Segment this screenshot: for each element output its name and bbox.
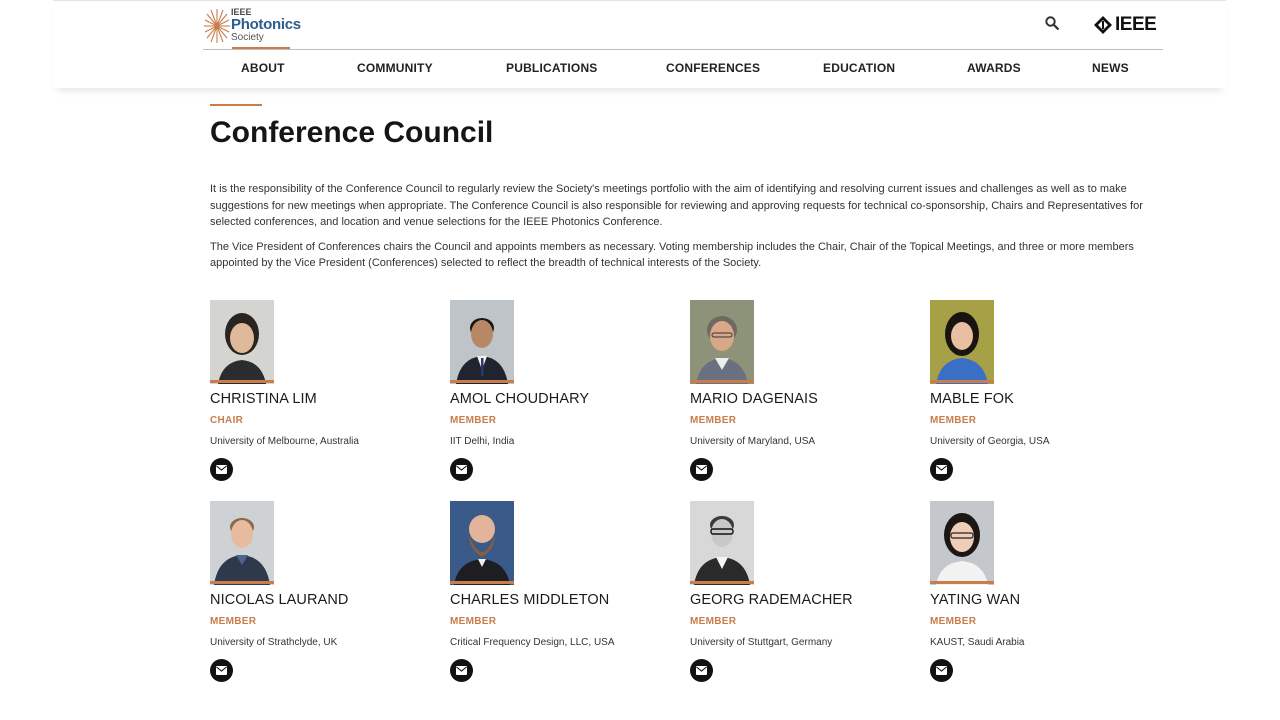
envelope-icon [216,465,227,474]
photo-accent-bar [450,380,514,383]
email-button[interactable] [930,659,953,682]
photo-accent-bar [210,380,274,383]
intro-paragraph: It is the responsibility of the Conferen… [210,183,1143,228]
member-photo [690,300,754,384]
member-photo [930,501,994,585]
member-name: AMOL CHOUDHARY [450,391,590,407]
photo-accent-bar [210,581,274,584]
member-affiliation: IIT Delhi, India [450,436,515,447]
member-name: MABLE FOK [930,391,1014,407]
email-button[interactable] [210,659,233,682]
nav-education[interactable]: EDUCATION [823,61,895,75]
member-name: GEORG RADEMACHER [690,592,853,608]
member-role: MEMBER [690,415,737,426]
nav-about[interactable]: ABOUT [241,61,285,75]
email-button[interactable] [690,659,713,682]
nav-community[interactable]: COMMUNITY [357,61,433,75]
envelope-icon [936,465,947,474]
main-nav: ABOUT COMMUNITY PUBLICATIONS CONFERENCES… [203,61,1163,81]
envelope-icon [936,666,947,675]
photo-accent-bar [690,581,754,584]
member-role: MEMBER [930,415,977,426]
title-accent-line [210,104,262,106]
envelope-icon [696,465,707,474]
member-affiliation: University of Melbourne, Australia [210,436,359,447]
member-photo [690,501,754,585]
member-photo [210,501,274,585]
member-photo [210,300,274,384]
search-icon [1045,16,1059,30]
member-photo [450,501,514,585]
member-role: MEMBER [450,616,497,627]
member-card: MABLE FOK MEMBER University of Georgia, … [930,300,1150,490]
member-photo [930,300,994,384]
starburst-icon [204,9,230,43]
photo-accent-bar [450,581,514,584]
member-card: MARIO DAGENAIS MEMBER University of Mary… [690,300,910,490]
member-affiliation: University of Stuttgart, Germany [690,637,833,648]
ieee-logo-text: IEEE [1115,14,1157,35]
envelope-icon [456,666,467,675]
member-card: YATING WAN MEMBER KAUST, Saudi Arabia [930,501,1150,691]
member-affiliation: KAUST, Saudi Arabia [930,637,1025,648]
member-card: NICOLAS LAURAND MEMBER University of Str… [210,501,430,691]
member-affiliation: Critical Frequency Design, LLC, USA [450,637,615,648]
member-affiliation: University of Georgia, USA [930,436,1050,447]
member-name: MARIO DAGENAIS [690,391,818,407]
member-affiliation: University of Strathclyde, UK [210,637,338,648]
site-header: IEEE Photonics Society IEEE ABOUT COMMUN… [53,0,1226,88]
member-card: CHARLES MIDDLETON MEMBER Critical Freque… [450,501,670,691]
member-card: GEORG RADEMACHER MEMBER University of St… [690,501,910,691]
intro-paragraph: The Vice President of Conferences chairs… [210,240,1134,270]
envelope-icon [456,465,467,474]
member-photo [450,300,514,384]
ieee-diamond-icon [1094,16,1112,34]
page-title: Conference Council [210,116,494,149]
member-role: MEMBER [690,616,737,627]
member-role: MEMBER [930,616,977,627]
member-role: MEMBER [210,616,257,627]
member-role: CHAIR [210,415,244,426]
member-affiliation: University of Maryland, USA [690,436,816,447]
header-divider [203,49,1163,50]
logo-society-text: Society [231,32,264,43]
nav-news[interactable]: NEWS [1092,61,1129,75]
nav-awards[interactable]: AWARDS [967,61,1021,75]
email-button[interactable] [210,458,233,481]
member-name: CHARLES MIDDLETON [450,592,610,608]
photo-accent-bar [930,581,994,584]
member-role: MEMBER [450,415,497,426]
envelope-icon [696,666,707,675]
logo-photonics-text: Photonics [231,16,301,33]
member-name: CHRISTINA LIM [210,391,317,407]
member-card: CHRISTINA LIM CHAIR University of Melbou… [210,300,430,490]
member-card: AMOL CHOUDHARY MEMBER IIT Delhi, India [450,300,670,490]
member-name: NICOLAS LAURAND [210,592,349,608]
intro-text: It is the responsibility of the Conferen… [210,181,1175,280]
envelope-icon [216,666,227,675]
email-button[interactable] [690,458,713,481]
nav-conferences[interactable]: CONFERENCES [666,61,760,75]
member-name: YATING WAN [930,592,1021,608]
ieee-logo[interactable]: IEEE [1094,14,1157,36]
photonics-society-logo[interactable]: IEEE Photonics Society [203,6,313,46]
nav-publications[interactable]: PUBLICATIONS [506,61,598,75]
search-button[interactable] [1045,16,1061,34]
email-button[interactable] [450,659,473,682]
email-button[interactable] [930,458,953,481]
email-button[interactable] [450,458,473,481]
photo-accent-bar [930,380,994,383]
photo-accent-bar [690,380,754,383]
